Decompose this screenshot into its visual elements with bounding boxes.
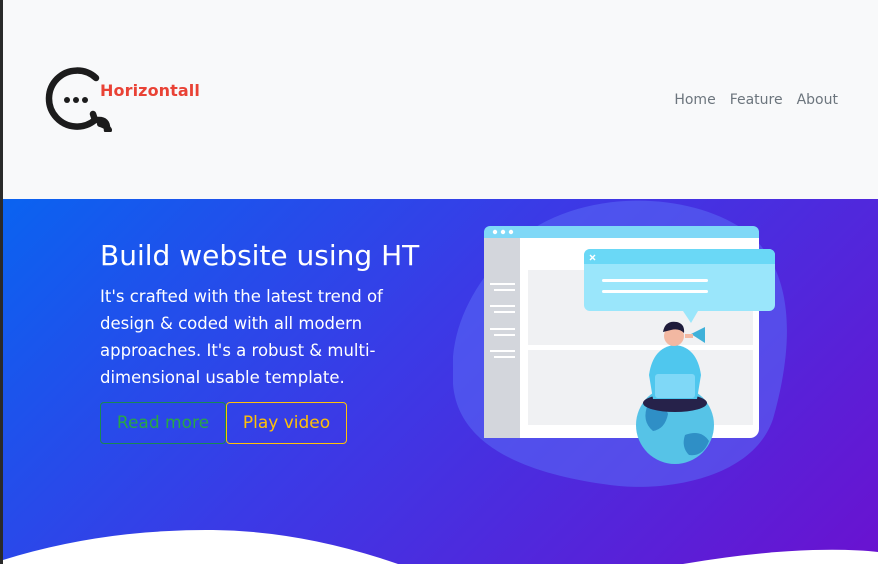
hero-section: Build website using HT It's crafted with… xyxy=(3,199,878,564)
read-more-button[interactable]: Read more xyxy=(100,402,226,444)
brand-logo-link[interactable]: Horizontall xyxy=(45,66,215,132)
nav-item-home[interactable]: Home xyxy=(667,90,722,110)
site-header: Horizontall Home Feature About xyxy=(3,0,878,199)
hero-description: It's crafted with the latest trend of de… xyxy=(100,287,383,387)
main-nav: Home Feature About xyxy=(667,90,845,110)
website-builder-illustration xyxy=(453,200,787,487)
play-video-button[interactable]: Play video xyxy=(226,402,347,444)
brand-name: Horizontall xyxy=(100,81,200,100)
hero-wave-divider xyxy=(3,529,878,564)
page: Horizontall Home Feature About Build web… xyxy=(3,0,878,564)
hero-title: Build website using HT xyxy=(100,239,420,272)
nav-item-about[interactable]: About xyxy=(790,90,845,110)
nav-item-feature[interactable]: Feature xyxy=(723,90,790,110)
